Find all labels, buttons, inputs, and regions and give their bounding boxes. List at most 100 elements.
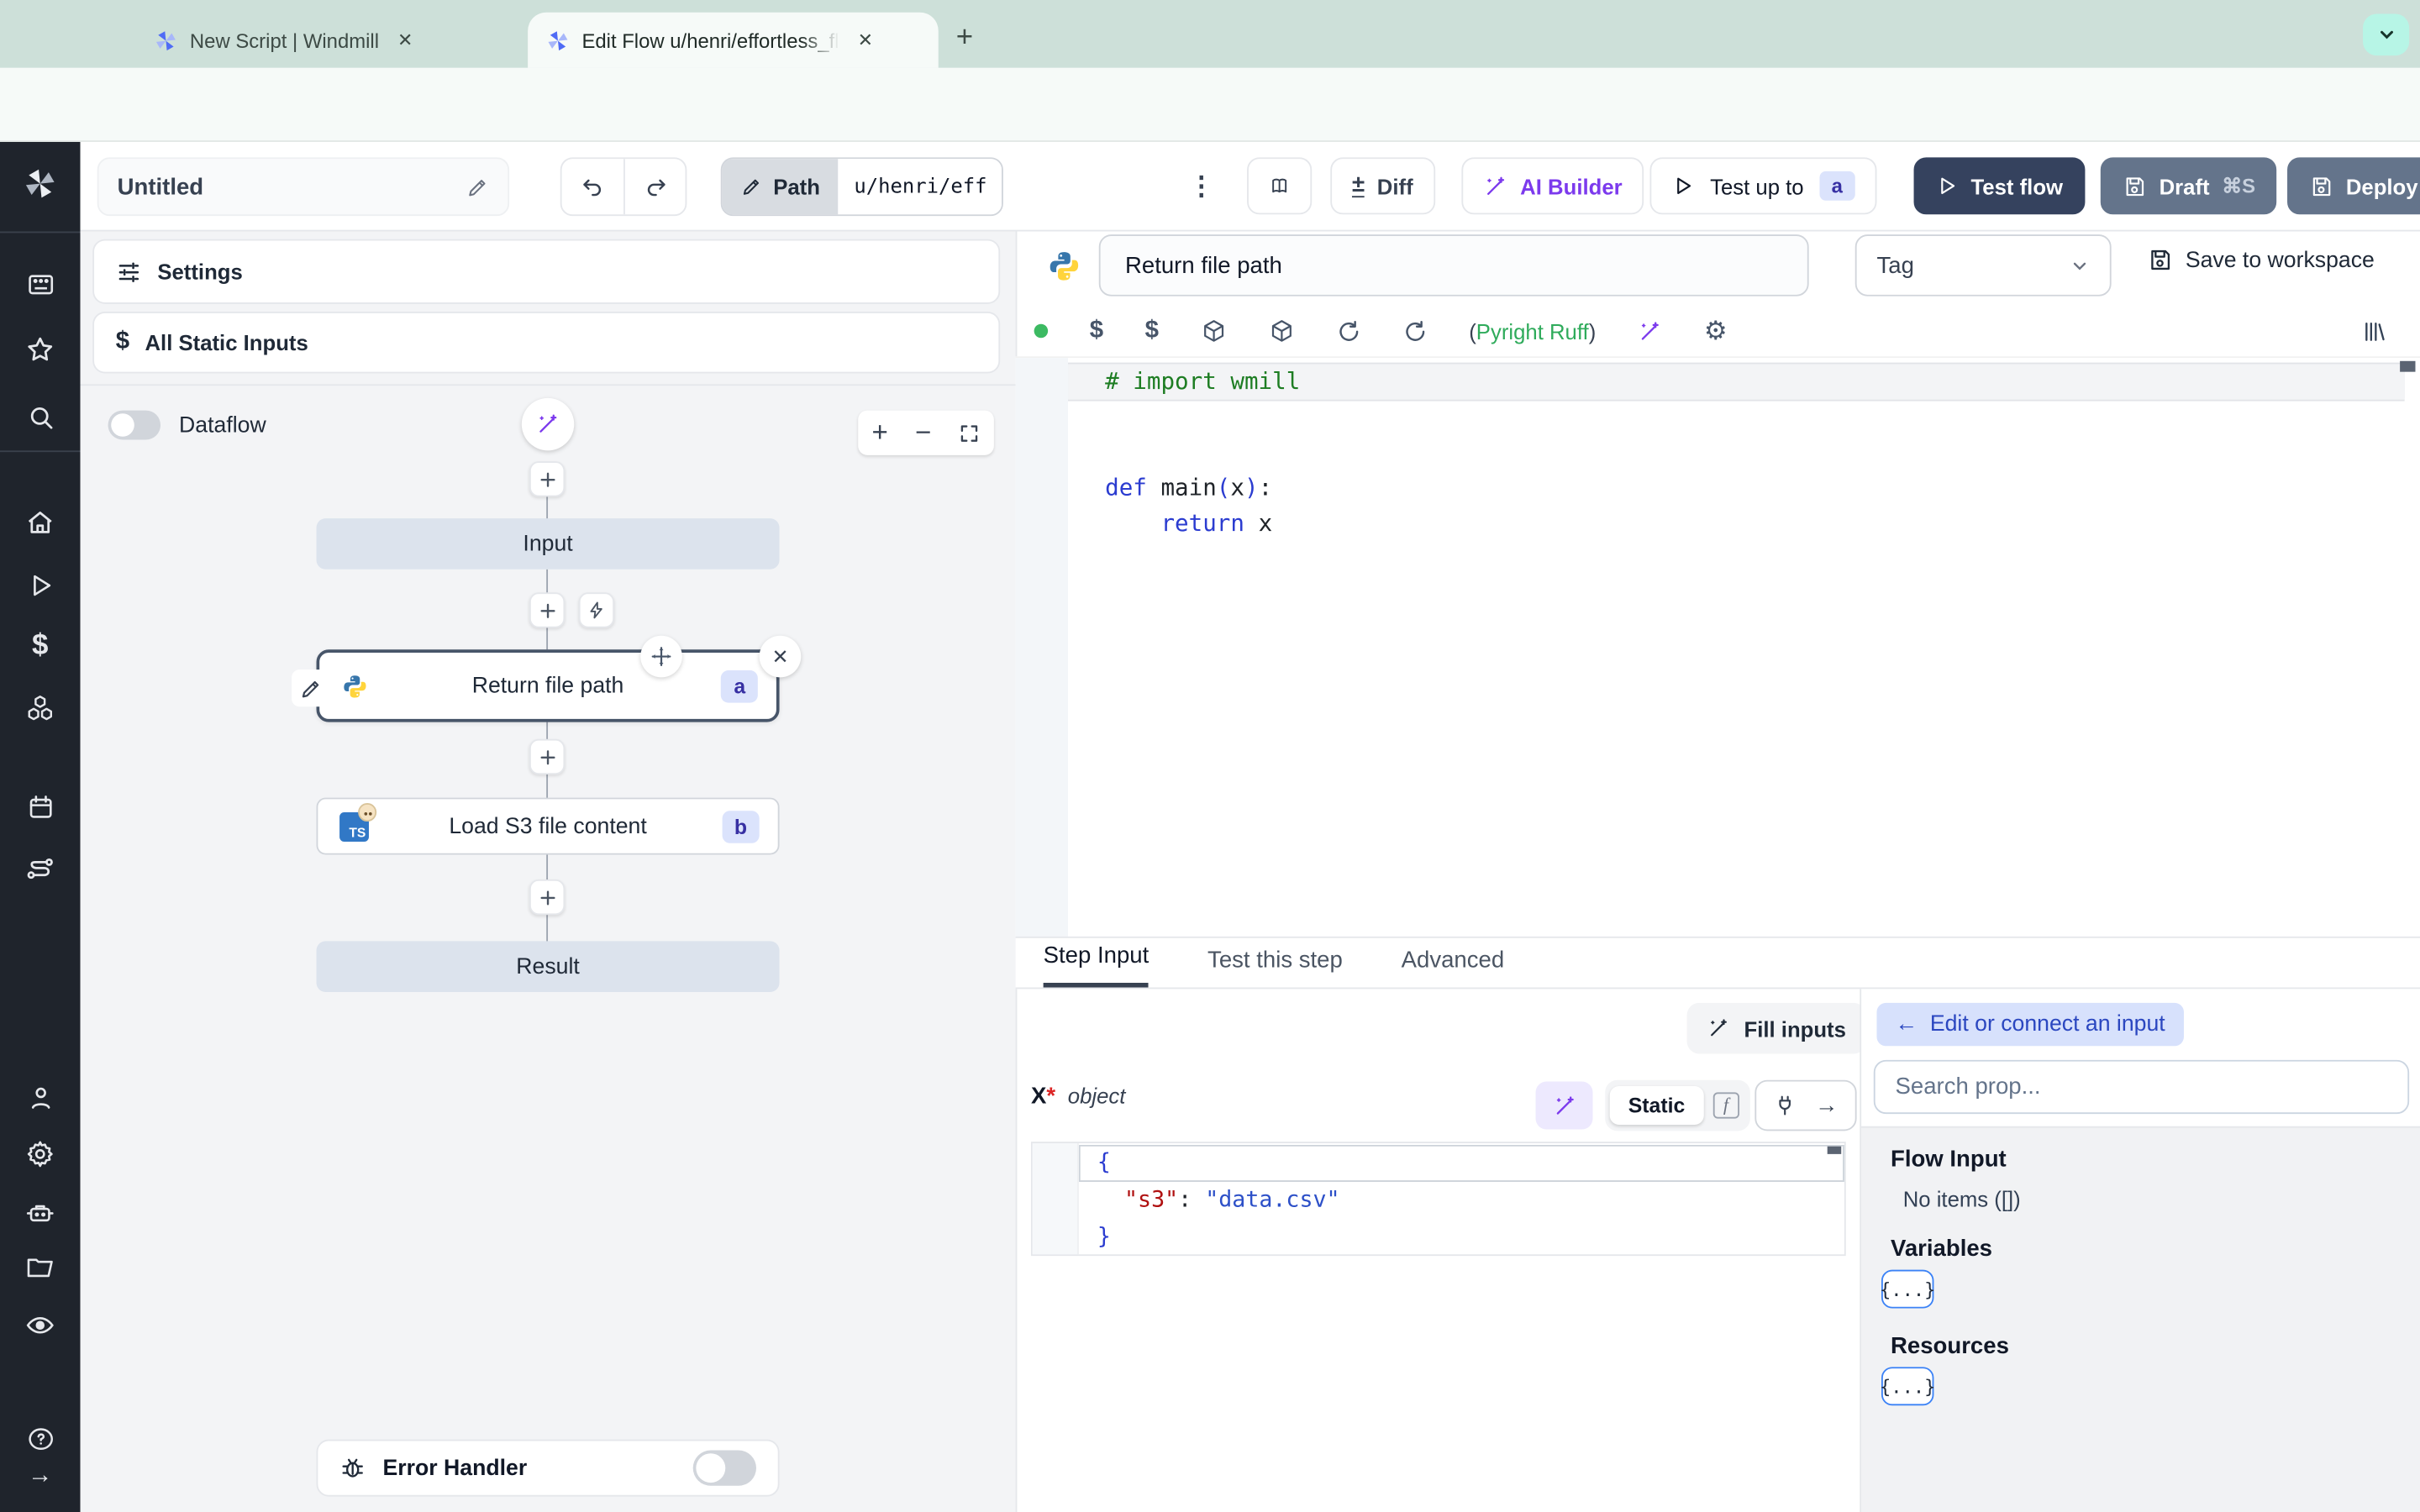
path-group[interactable]: Path u/henri/eff (720, 157, 1004, 217)
flow-result-node[interactable]: Result (316, 941, 780, 993)
browser-tab-inactive[interactable]: New Script | Windmill ✕ (136, 13, 522, 68)
settings-label: Settings (157, 259, 243, 284)
test-up-to-label: Test up to (1710, 173, 1804, 199)
windmill-favicon (155, 29, 178, 52)
edit-or-connect-button[interactable]: ← Edit or connect an input (1876, 1002, 2184, 1047)
sidebar-item-home[interactable] (0, 500, 81, 546)
edit-step-pencil-icon[interactable] (292, 669, 329, 707)
ai-builder-button[interactable]: AI Builder (1461, 157, 1644, 215)
sidebar-item-settings[interactable] (0, 1131, 81, 1177)
flow-input-empty: No items ([]) (1902, 1186, 2021, 1211)
test-up-to-button[interactable]: Test up to a (1649, 157, 1877, 215)
arg-type: object (1067, 1083, 1126, 1108)
collapse-sidebar-icon[interactable]: → (0, 1453, 81, 1499)
tag-select[interactable]: Tag (1854, 234, 2112, 297)
error-handler-label: Error Handler (382, 1455, 528, 1481)
sidebar-item-search[interactable] (0, 393, 81, 439)
flow-input-node[interactable]: Input (316, 518, 780, 570)
resources-icon[interactable]: $ (1145, 317, 1159, 344)
flow-input-heading: Flow Input (1890, 1146, 2007, 1173)
fill-inputs-button[interactable]: Fill inputs (1686, 1002, 1866, 1054)
all-static-inputs-button[interactable]: $ All Static Inputs (92, 312, 1001, 374)
add-step-button[interactable] (529, 592, 566, 628)
reload-icon[interactable] (1402, 318, 1427, 343)
javascript-expr-icon[interactable]: f (1712, 1092, 1739, 1119)
tab-search-button[interactable] (2363, 13, 2410, 56)
ai-fill-button[interactable] (1535, 1081, 1593, 1130)
error-handler-toggle[interactable] (692, 1450, 756, 1486)
sidebar-item-workers[interactable] (0, 1189, 81, 1236)
dataflow-toggle[interactable] (108, 410, 161, 440)
redo-button[interactable] (623, 159, 685, 215)
tab-step-input[interactable]: Step Input (1043, 942, 1150, 988)
docs-button[interactable] (1247, 157, 1313, 215)
delete-step-button[interactable]: ✕ (759, 635, 802, 678)
move-step-handle[interactable] (640, 635, 682, 678)
sidebar-item-favorites[interactable] (0, 327, 81, 373)
ai-wand-icon[interactable] (1638, 318, 1662, 343)
sidebar-item-variables[interactable]: $ (0, 623, 81, 669)
arg-json-editor[interactable]: { "s3": "data.csv"} (1030, 1142, 1846, 1257)
arrow-right-icon[interactable]: → (1815, 1092, 1839, 1118)
reload-icon[interactable] (1336, 318, 1360, 343)
browser-tab-active[interactable]: Edit Flow u/henri/effortless_fl ✕ (528, 12, 939, 68)
sidebar-item-audit[interactable] (0, 1302, 81, 1348)
save-to-workspace-button[interactable]: Save to workspace (2147, 247, 2375, 273)
sidebar-item-resources[interactable] (0, 685, 81, 732)
test-flow-label: Test flow (1970, 173, 2064, 199)
sidebar-item-folders[interactable] (0, 1245, 81, 1291)
new-tab-button[interactable]: + (944, 18, 985, 59)
editor-settings-icon[interactable]: ⚙ (1704, 316, 1728, 347)
path-label: Path (773, 174, 820, 199)
connect-panel: ← Edit or connect an input Flow Input No… (1860, 989, 2420, 1512)
sidebar-item-apps[interactable] (0, 260, 81, 307)
graph-ai-button[interactable] (521, 397, 575, 451)
step-name-input[interactable]: Return file path (1098, 234, 1809, 297)
zoom-in-icon[interactable]: + (871, 417, 887, 449)
library-icon[interactable] (2361, 318, 2386, 343)
draft-button[interactable]: Draft ⌘S (2100, 157, 2277, 215)
add-step-button[interactable] (529, 738, 566, 775)
package-icon[interactable] (1268, 318, 1294, 344)
sidebar-item-workflows[interactable] (0, 846, 81, 892)
add-trigger-button[interactable] (578, 592, 615, 628)
sidebar-item-schedules[interactable] (0, 784, 81, 830)
edit-pencil-icon[interactable] (466, 175, 490, 198)
tab-advanced[interactable]: Advanced (1402, 948, 1505, 988)
windmill-logo[interactable] (0, 160, 81, 207)
more-options-icon[interactable]: ⋮ (1188, 157, 1214, 216)
search-prop-input[interactable] (1873, 1059, 2410, 1115)
test-flow-button[interactable]: Test flow (1913, 157, 2085, 215)
variables-icon[interactable]: $ (1090, 317, 1103, 344)
step-node-a[interactable]: Return file path a (316, 649, 780, 722)
variables-expand-chip[interactable]: {...} (1880, 1269, 1935, 1309)
error-handler-card[interactable]: Error Handler (316, 1439, 780, 1497)
step-node-b[interactable]: TS Load S3 file content b (316, 797, 780, 855)
zoom-out-icon[interactable]: − (915, 417, 931, 449)
sidebar-item-users[interactable] (0, 1074, 81, 1120)
app-sidebar: $ → (0, 141, 81, 1512)
plug-icon[interactable] (1773, 1094, 1797, 1117)
sliders-icon (118, 261, 139, 281)
tab-close-icon[interactable]: ✕ (392, 26, 419, 54)
wand-icon (1487, 176, 1505, 195)
code-editor[interactable]: # import wmill def main(x): return x (1015, 356, 2420, 937)
deploy-button[interactable]: Deploy (2287, 157, 2420, 215)
json-gutter (1032, 1143, 1079, 1255)
package-icon[interactable] (1201, 318, 1227, 344)
undo-button[interactable] (562, 159, 623, 214)
settings-button[interactable]: Settings (92, 239, 1001, 304)
tab-close-icon[interactable]: ✕ (851, 26, 879, 54)
draft-shortcut: ⌘S (2222, 173, 2256, 197)
static-mode-pill[interactable]: Static (1609, 1086, 1704, 1125)
flow-name-field[interactable]: Untitled (97, 157, 510, 217)
fit-view-icon[interactable] (959, 422, 981, 444)
bug-icon (342, 1458, 363, 1478)
lint-assistants-label[interactable]: (Pyright Ruff) (1469, 318, 1596, 343)
add-step-button[interactable] (529, 879, 566, 916)
add-step-button[interactable] (529, 461, 566, 497)
resources-expand-chip[interactable]: {...} (1880, 1367, 1935, 1406)
sidebar-item-runs[interactable] (0, 562, 81, 608)
tab-test-this-step[interactable]: Test this step (1207, 948, 1343, 988)
diff-button[interactable]: ± Diff (1330, 157, 1435, 215)
